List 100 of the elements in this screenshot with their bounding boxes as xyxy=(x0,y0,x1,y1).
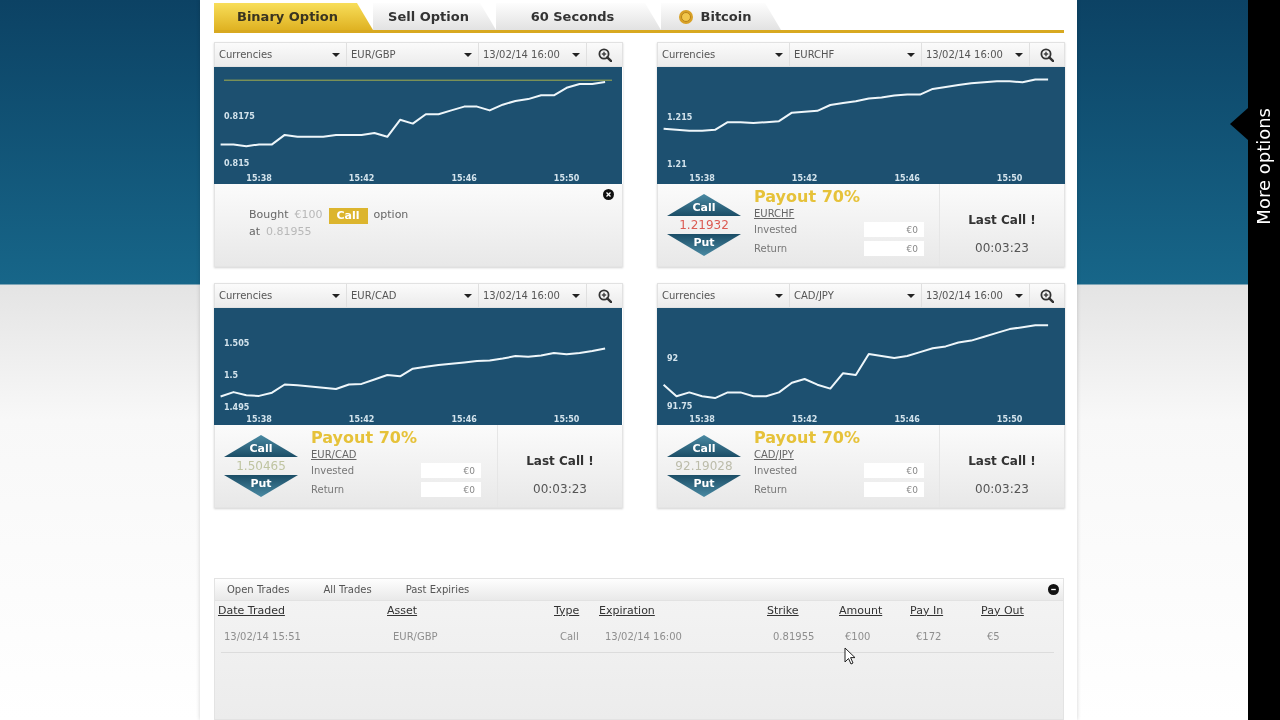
caret-icon xyxy=(1015,52,1023,57)
return-label: Return xyxy=(311,483,346,497)
call-button[interactable]: Call xyxy=(667,435,741,457)
table-cell-text: €100 xyxy=(845,630,871,644)
y-axis-label: 91.75 xyxy=(667,401,693,411)
caret-icon xyxy=(572,293,580,298)
x-axis-label: 15:50 xyxy=(553,415,580,424)
minimize-icon[interactable] xyxy=(1048,584,1059,595)
strike-price-text: 0.81955 xyxy=(266,224,312,241)
option-label: option xyxy=(373,207,409,224)
asset-dropdown[interactable]: EURCHF xyxy=(790,43,922,66)
close-icon[interactable] xyxy=(603,189,614,200)
invested-label: Invested xyxy=(754,223,798,237)
table-cell-text: 13/02/14 15:51 xyxy=(224,630,301,644)
payout-text: Payout 70% xyxy=(311,428,418,448)
invested-field[interactable]: €0 xyxy=(864,222,924,237)
invested-field[interactable]: €0 xyxy=(421,463,481,478)
more-options-tab[interactable]: More options xyxy=(1255,108,1273,225)
bought-label: Bought xyxy=(249,207,289,224)
asset-link[interactable]: EUR/CAD xyxy=(311,448,357,461)
return-field[interactable]: €0 xyxy=(864,241,924,256)
caret-icon xyxy=(332,293,340,298)
put-button[interactable]: Put xyxy=(224,475,298,497)
put-button[interactable]: Put xyxy=(667,475,741,497)
put-button[interactable]: Put xyxy=(667,234,741,256)
x-axis-label: 15:38 xyxy=(689,174,715,183)
asset-dropdown[interactable]: CAD/JPY xyxy=(790,284,922,307)
x-axis-label: 15:46 xyxy=(451,174,477,183)
y-axis-label: 0.8175 xyxy=(224,112,255,122)
return-field[interactable]: €0 xyxy=(421,482,481,497)
column-header[interactable]: Expiration xyxy=(599,602,655,620)
tab[interactable]: Binary Option xyxy=(214,3,373,30)
invested-field[interactable]: €0 xyxy=(864,463,924,478)
status-text: Last Call ! xyxy=(968,453,1036,470)
asset-dropdown[interactable]: EUR/GBP xyxy=(347,43,479,66)
caret-icon xyxy=(775,52,783,57)
column-header[interactable]: Pay Out xyxy=(981,602,1024,620)
x-axis-label: 15:38 xyxy=(689,415,715,424)
y-axis-label: 92 xyxy=(667,353,679,363)
column-header[interactable]: Amount xyxy=(839,602,883,620)
mouse-pointer-icon xyxy=(844,647,856,665)
tab[interactable]: Sell Option xyxy=(373,3,496,30)
asset-link[interactable]: EURCHF xyxy=(754,207,795,220)
column-header[interactable]: Strike xyxy=(767,602,799,620)
expiry-dropdown[interactable]: 13/02/14 16:00 xyxy=(479,284,587,307)
x-axis-label: 15:50 xyxy=(996,415,1023,424)
caret-icon xyxy=(332,52,340,57)
category-dropdown[interactable]: Currencies xyxy=(215,43,347,66)
payout-text: Payout 70% xyxy=(754,187,861,207)
zoom-in-icon[interactable] xyxy=(1040,47,1054,62)
column-header[interactable]: Date Traded xyxy=(218,602,285,620)
option-type-badge: Call xyxy=(328,207,368,224)
asset-dropdown[interactable]: EUR/CAD xyxy=(347,284,479,307)
x-axis-label: 15:46 xyxy=(894,174,920,183)
call-button[interactable]: Call xyxy=(224,435,298,457)
table-cell-text: €172 xyxy=(916,630,942,644)
y-axis-label: 1.215 xyxy=(667,112,693,122)
column-header[interactable]: Type xyxy=(554,602,580,620)
zoom-in-icon[interactable] xyxy=(597,288,612,303)
call-button[interactable]: Call xyxy=(667,194,741,216)
price-text: 1.50465 xyxy=(236,458,286,474)
x-axis-label: 15:42 xyxy=(791,415,818,424)
expiry-dropdown[interactable]: 13/02/14 16:00 xyxy=(479,43,587,66)
countdown-timer: 00:03:23 xyxy=(975,240,1029,257)
column-header[interactable]: Pay In xyxy=(910,602,944,620)
column-header[interactable]: Asset xyxy=(387,602,418,620)
expiry-dropdown[interactable]: 13/02/14 16:00 xyxy=(922,284,1030,307)
table-cell-text: Call xyxy=(560,630,579,644)
zoom-in-icon[interactable] xyxy=(597,47,612,62)
caret-icon xyxy=(907,52,915,57)
table-cell-text: €5 xyxy=(987,630,1000,644)
expiry-dropdown[interactable]: 13/02/14 16:00 xyxy=(922,43,1030,66)
category-dropdown[interactable]: Currencies xyxy=(215,284,347,307)
amount-text: €100 xyxy=(294,207,323,224)
price-text: 1.21932 xyxy=(679,217,729,233)
trades-tab[interactable]: Open Trades xyxy=(227,582,290,597)
x-axis-label: 15:50 xyxy=(553,174,580,183)
trades-tab[interactable]: Past Expiries xyxy=(405,582,470,597)
trades-tab[interactable]: All Trades xyxy=(323,582,372,597)
countdown-timer: 00:03:23 xyxy=(975,481,1029,498)
status-text: Last Call ! xyxy=(526,453,594,470)
category-dropdown[interactable]: Currencies xyxy=(658,43,790,66)
x-axis-label: 15:46 xyxy=(451,415,477,424)
x-axis-label: 15:38 xyxy=(246,415,272,424)
tab[interactable]: Bitcoin xyxy=(661,3,781,30)
x-axis-label: 15:42 xyxy=(348,174,375,183)
return-label: Return xyxy=(754,242,789,256)
zoom-in-icon[interactable] xyxy=(1040,288,1054,303)
x-axis-label: 15:42 xyxy=(791,174,818,183)
category-dropdown[interactable]: Currencies xyxy=(658,284,790,307)
price-text: 92.19028 xyxy=(675,458,733,474)
tab[interactable]: 60 Seconds xyxy=(496,3,661,30)
y-axis-label: 1.5 xyxy=(224,371,239,380)
return-label: Return xyxy=(754,483,789,497)
invested-label: Invested xyxy=(311,464,355,478)
caret-icon xyxy=(572,52,580,57)
return-field[interactable]: €0 xyxy=(864,482,924,497)
invested-label: Invested xyxy=(754,464,798,478)
y-axis-label: 1.495 xyxy=(224,402,250,412)
asset-link[interactable]: CAD/JPY xyxy=(754,448,794,461)
